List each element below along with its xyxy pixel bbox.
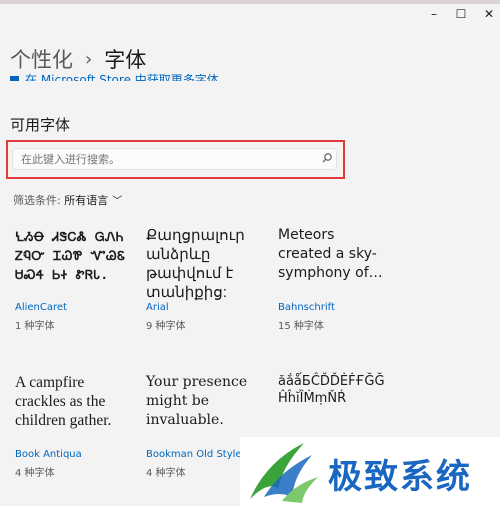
font-name: AlienCaret — [15, 302, 67, 313]
font-search-input[interactable] — [12, 148, 337, 170]
breadcrumb-parent-personalization[interactable]: 个性化 — [10, 48, 73, 72]
sample-line: Քաղցրալուր — [146, 227, 245, 244]
font-sample: Քաղցրալուր անձրևը թափվում է տանիքից: — [146, 226, 274, 302]
sample-line: ᏃᏄᏅ ᏆᏇᏈ ᏉᏊᏋ — [15, 248, 126, 263]
font-sample: A campfire crackles as the children gath… — [15, 373, 143, 430]
sample-line: ĤĥĭȈṀṃŇŔ — [278, 391, 347, 406]
font-sample: ăắǻБĈĎĎĖḞҒĞĞ ĤĥĭȈṀṃŇŔ — [278, 373, 406, 407]
watermark: 极致系统 — [240, 437, 500, 506]
breadcrumb-separator-icon: › — [85, 49, 93, 70]
sample-line: Your presence — [146, 374, 248, 390]
font-sample: ꝆᏱꝊ ᏗᏕᏟᏜ ᏀᏁᏂ ᏃᏄᏅ ᏆᏇᏈ ᏉᏊᏋ ᏌᏍᏎ ᏏᏐ ᏑᏒᏓ. — [15, 227, 143, 284]
close-button[interactable]: ✕ — [474, 4, 500, 24]
sample-line: invaluable. — [146, 412, 224, 428]
store-link-label: 在 Microsoft Store 中获取更多字体 — [25, 73, 219, 81]
font-name: Bookman Old Style — [146, 449, 242, 460]
store-icon — [10, 76, 19, 81]
sample-line: անձրևը — [146, 246, 211, 263]
font-card-aliencaret[interactable]: ꝆᏱꝊ ᏗᏕᏟᏜ ᏀᏁᏂ ᏃᏄᏅ ᏆᏇᏈ ᏉᏊᏋ ᏌᏍᏎ ᏏᏐ ᏑᏒᏓ. Ali… — [15, 227, 143, 337]
sample-line: ăắǻБĈĎĎĖḞҒĞĞ — [278, 374, 385, 389]
font-card-arial[interactable]: Քաղցրալուր անձրևը թափվում է տանիքից: Ari… — [146, 226, 274, 336]
font-sample: Meteors created a sky- symphony of… — [278, 226, 406, 283]
page-title: 字体 — [104, 48, 147, 72]
sample-line: children gather. — [15, 412, 112, 429]
sample-line: տանիքից: — [146, 284, 227, 301]
available-fonts-heading: 可用字体 — [10, 116, 71, 134]
chevron-down-icon: ﹀ — [112, 196, 123, 207]
font-card-book-antiqua[interactable]: A campfire crackles as the children gath… — [15, 373, 143, 483]
font-count: 9 种字体 — [146, 321, 186, 332]
font-name: Bahnschrift — [278, 302, 335, 313]
font-sample: Your presence might be invaluable. — [146, 373, 274, 430]
filter-label: 筛选条件: — [13, 194, 61, 207]
watermark-text: 极致系统 — [328, 457, 472, 497]
sample-line: symphony of… — [278, 265, 383, 281]
font-name: Arial — [146, 302, 169, 313]
font-card-bahnschrift[interactable]: Meteors created a sky- symphony of… Bahn… — [278, 226, 406, 336]
sample-line: might be — [146, 393, 210, 409]
sample-line: Meteors — [278, 227, 335, 243]
sample-line: A campfire — [15, 374, 85, 391]
sample-line: crackles as the — [15, 393, 106, 410]
font-name: Book Antiqua — [15, 449, 82, 460]
font-card-calibri-partial[interactable]: ăắǻБĈĎĎĖḞҒĞĞ ĤĥĭȈṀṃŇŔ — [278, 373, 406, 433]
breadcrumb: 个性化 › 字体 — [10, 44, 146, 74]
sample-line: ꝆᏱꝊ ᏗᏕᏟᏜ ᏀᏁᏂ — [15, 229, 124, 244]
language-filter[interactable]: 筛选条件: 所有语言 ﹀ — [13, 192, 122, 208]
font-count: 4 种字体 — [146, 468, 186, 479]
font-count: 1 种字体 — [15, 321, 55, 332]
sample-line: թափվում է — [146, 265, 234, 282]
filter-value: 所有语言 — [64, 194, 109, 207]
font-count: 15 种字体 — [278, 321, 324, 332]
maximize-button[interactable]: ☐ — [446, 4, 476, 24]
font-count: 4 种字体 — [15, 468, 55, 479]
microsoft-store-link[interactable]: 在 Microsoft Store 中获取更多字体 — [10, 71, 219, 81]
search-icon[interactable] — [320, 151, 334, 165]
sample-line: created a sky- — [278, 246, 377, 262]
watermark-logo-icon — [250, 443, 318, 503]
sample-line: ᏌᏍᏎ ᏏᏐ ᏑᏒᏓ. — [15, 267, 109, 282]
minimize-button[interactable]: – — [419, 4, 449, 24]
